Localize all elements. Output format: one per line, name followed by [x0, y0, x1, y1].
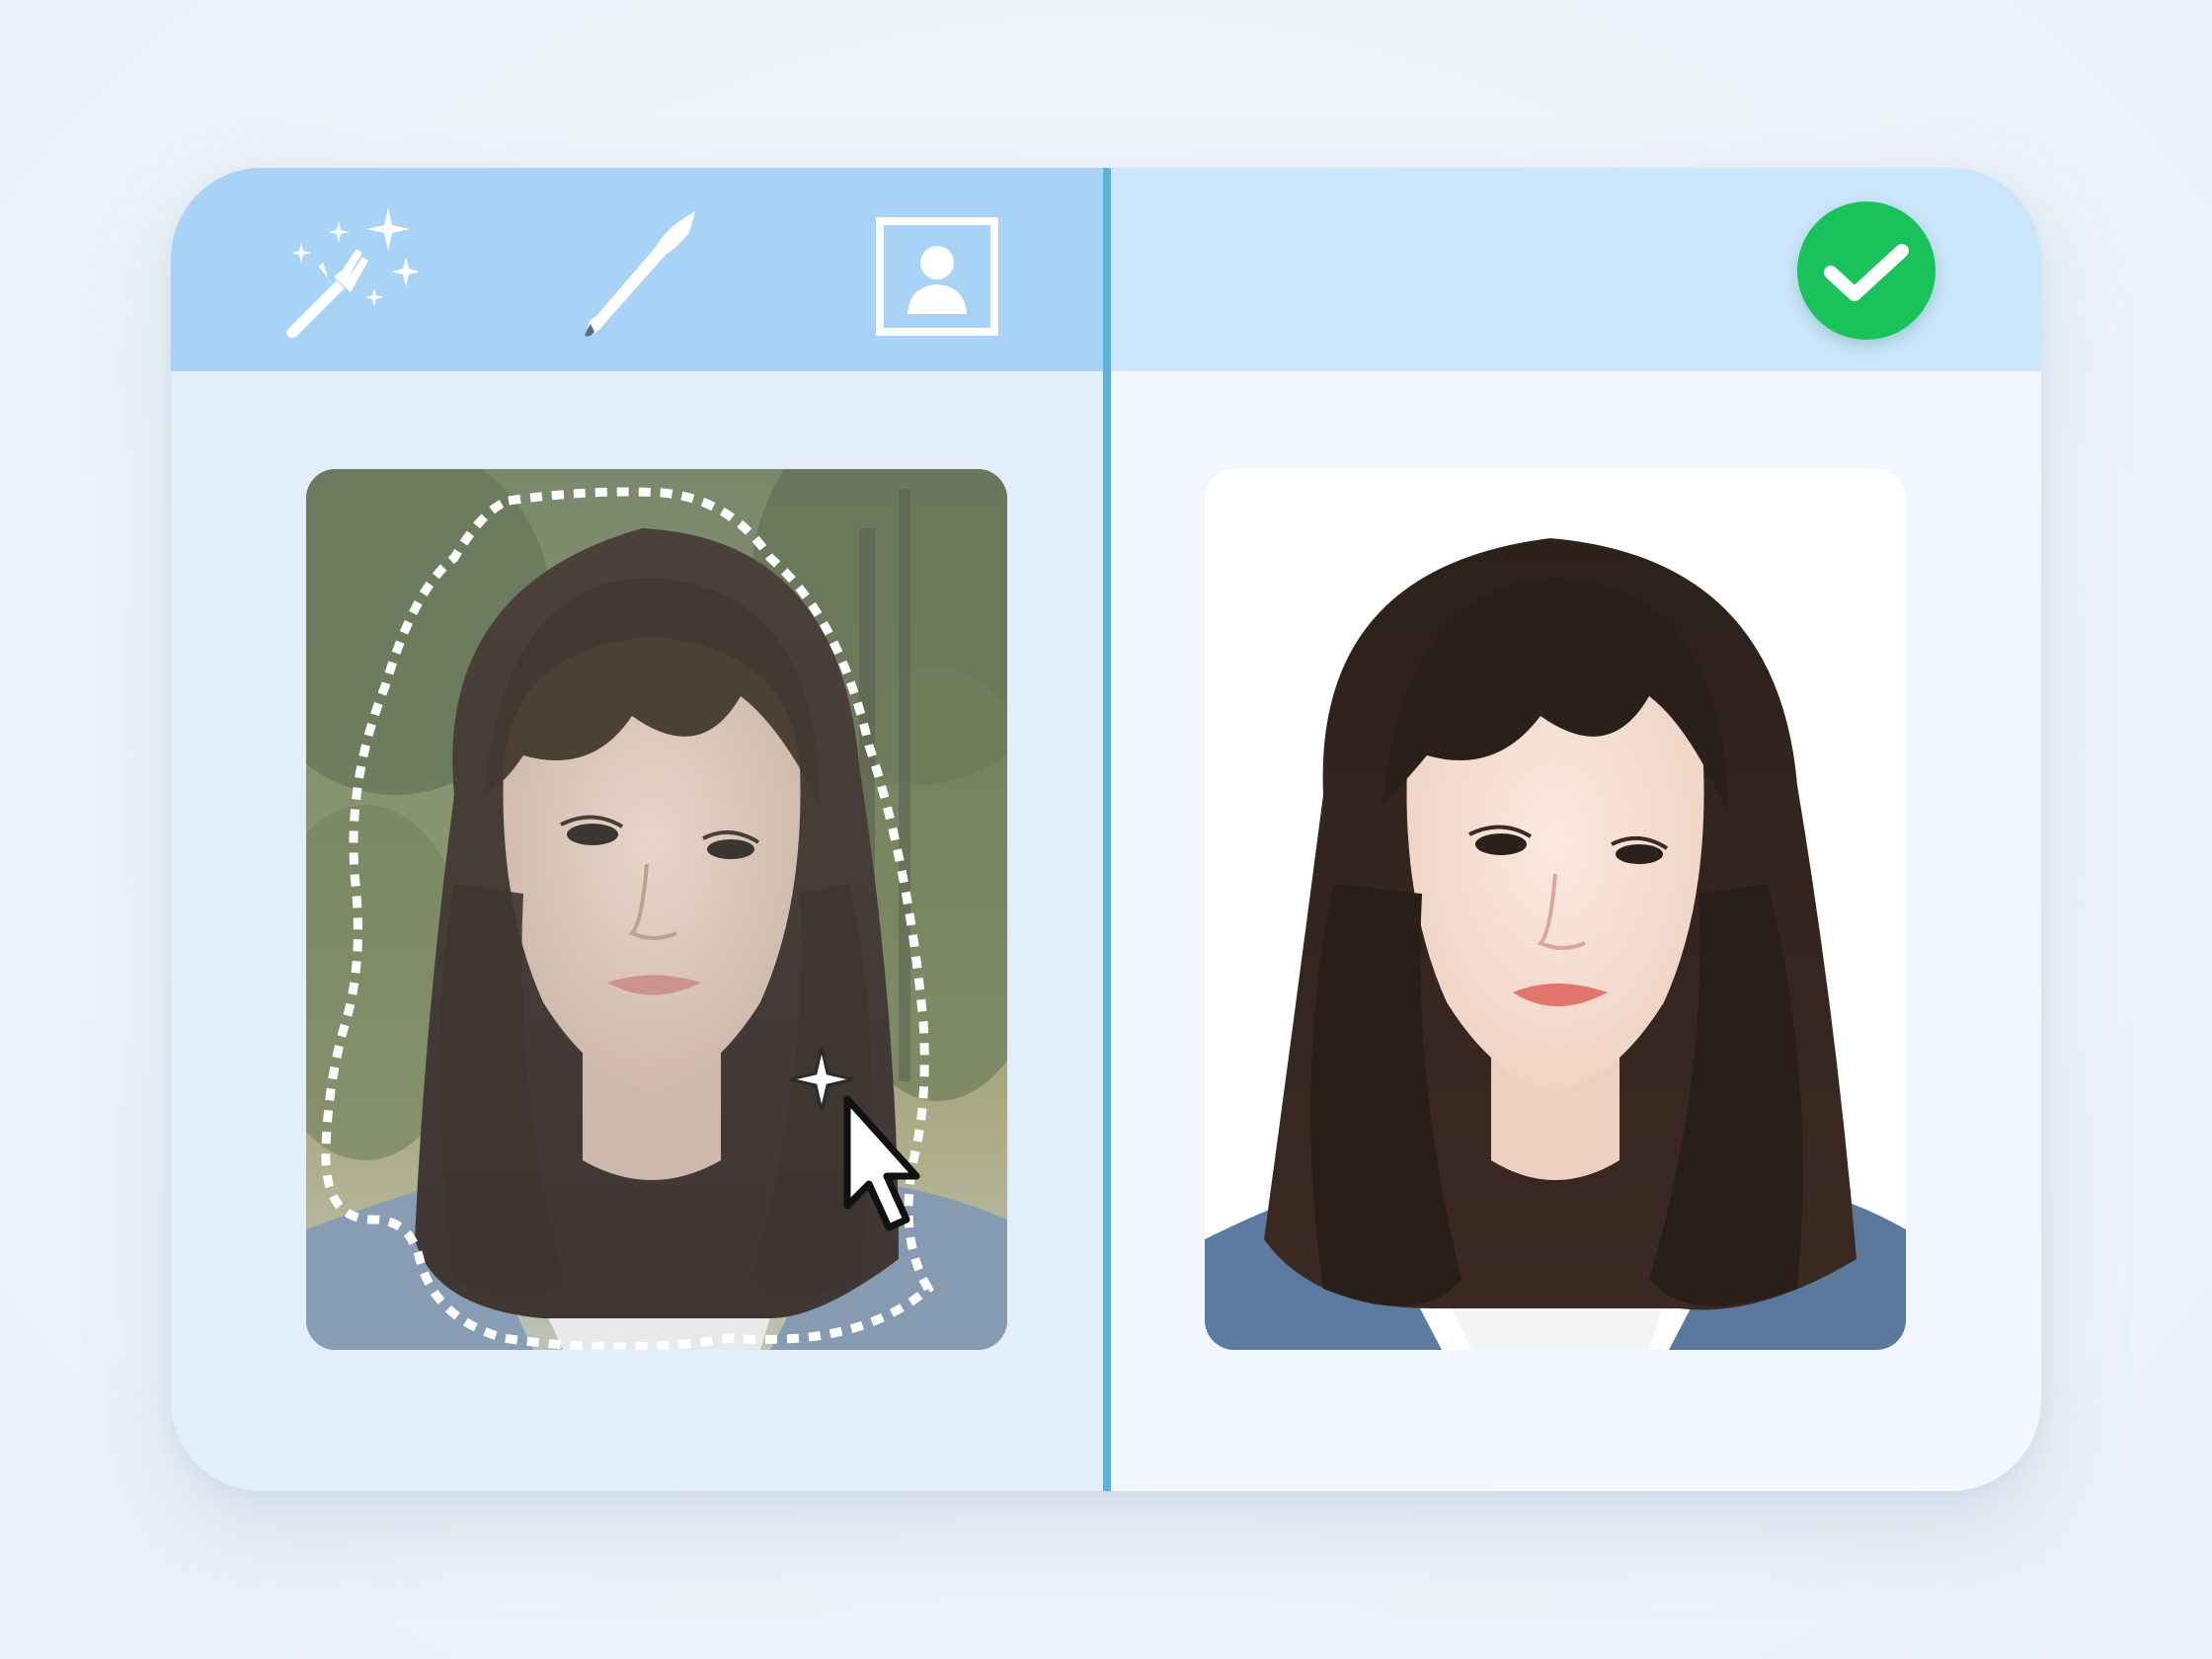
- editor-window: [171, 168, 2041, 1491]
- magic-wand-icon[interactable]: [279, 203, 418, 342]
- portrait-frame-icon[interactable]: [876, 217, 998, 336]
- tool-toolbar: [171, 168, 1103, 371]
- brush-icon[interactable]: [571, 203, 709, 342]
- result-photo[interactable]: [1205, 469, 1906, 1350]
- confirm-button[interactable]: [1797, 201, 1936, 340]
- split-divider[interactable]: [1103, 168, 1111, 1491]
- checkmark-icon: [1824, 244, 1909, 301]
- result-toolbar: [1111, 168, 2041, 371]
- original-photo[interactable]: [306, 469, 1007, 1350]
